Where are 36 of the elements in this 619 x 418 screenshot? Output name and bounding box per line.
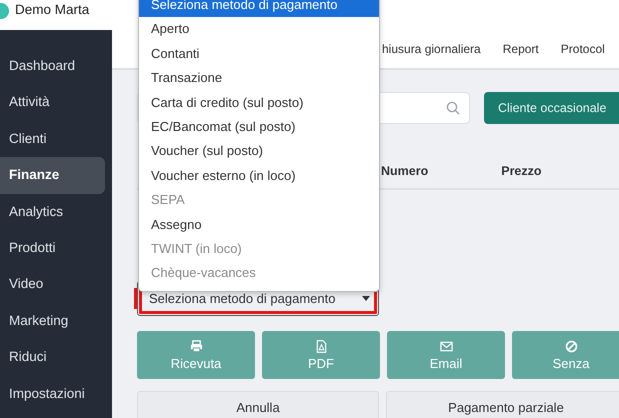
nav-item[interactable]: Dashboard — [0, 48, 105, 84]
nav-item[interactable]: Marketing — [0, 302, 105, 340]
envelope-icon — [440, 340, 452, 352]
nav-item[interactable]: Clienti — [0, 120, 105, 158]
footer-button[interactable]: Annulla — [137, 391, 379, 418]
nav-item[interactable]: Analytics — [0, 194, 105, 230]
nav-item[interactable]: Prodotti — [0, 230, 105, 266]
dropdown-option[interactable]: Carta di credito (sul posto) — [139, 90, 379, 115]
dropdown-option: TWINT (in loco) — [139, 236, 379, 262]
nav-item[interactable]: Finanze — [0, 157, 105, 194]
dropdown-option[interactable]: Contanti — [139, 42, 379, 66]
nav-item[interactable]: Attività — [0, 84, 105, 121]
dropdown-option[interactable]: Voucher (sul posto) — [139, 139, 379, 164]
footer-button[interactable]: Pagamento parziale — [386, 391, 619, 418]
nav-item[interactable]: Riduci — [0, 339, 105, 376]
brand-name: Demo Marta — [15, 2, 90, 16]
ban-icon — [564, 340, 578, 352]
tab[interactable]: hiusura giornaliera — [382, 42, 481, 56]
search-icon — [446, 101, 460, 115]
pdf-file-icon — [314, 340, 328, 352]
dropdown-option[interactable]: Assegno — [139, 212, 379, 237]
dropdown-option: SEPA — [139, 188, 379, 213]
printer-icon — [190, 340, 202, 352]
dropdown-option[interactable]: Aperto — [139, 17, 379, 42]
caret-icon — [362, 296, 370, 301]
column-header: Numero — [381, 164, 428, 180]
tab[interactable]: Report — [502, 42, 539, 56]
dropdown-option[interactable]: EC/Bancomat (sul posto) — [139, 114, 379, 140]
nav-item[interactable]: Video — [0, 266, 105, 303]
logo-icon — [0, 3, 9, 19]
dropdown-option[interactable]: Voucher esterno (in loco) — [139, 164, 379, 188]
column-header: Prezzo — [501, 164, 542, 180]
guest-customer-button[interactable]: Cliente occasionale — [484, 92, 619, 124]
nav-item[interactable]: Impostazioni — [0, 376, 105, 412]
tab[interactable]: Protocol — [560, 42, 605, 56]
dropdown-option[interactable]: Transazione — [139, 66, 379, 91]
